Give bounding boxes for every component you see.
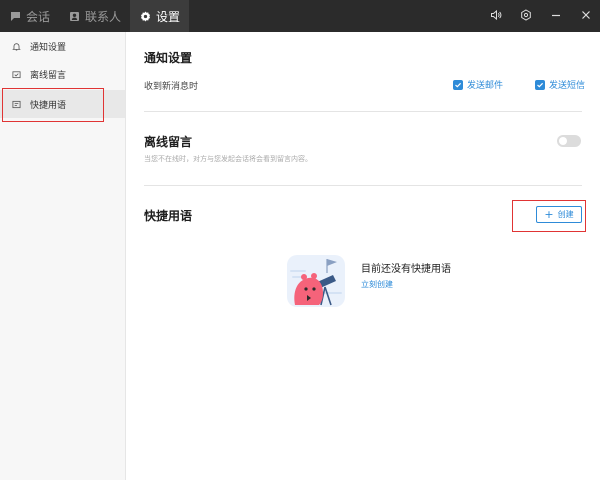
highlight-box-sidebar xyxy=(2,88,104,122)
minimize-button[interactable] xyxy=(542,0,570,32)
checkbox-checked-icon xyxy=(453,79,463,90)
speaker-icon xyxy=(490,9,502,24)
settings-icon xyxy=(520,8,532,24)
toggle-knob xyxy=(559,137,567,145)
section-divider xyxy=(144,185,582,186)
tab-contacts-label: 联系人 xyxy=(85,9,122,24)
bell-icon xyxy=(11,41,21,51)
speaker-button[interactable] xyxy=(482,0,510,32)
highlight-box-create xyxy=(512,200,586,232)
tab-conversations[interactable]: 会话 xyxy=(0,0,59,32)
sidebar-item-label: 离线留言 xyxy=(30,70,67,81)
tab-conversations-label: 会话 xyxy=(26,9,51,24)
new-message-label: 收到新消息时 xyxy=(144,82,199,92)
notification-section-title: 通知设置 xyxy=(144,51,193,65)
send-sms-checkbox[interactable]: 发送短信 xyxy=(535,78,585,91)
mail-check-icon xyxy=(11,69,21,79)
tab-settings-label: 设置 xyxy=(156,9,181,24)
section-divider xyxy=(144,111,582,112)
minimize-icon xyxy=(550,9,562,24)
sidebar-item-offline[interactable]: 离线留言 xyxy=(0,60,125,88)
chat-icon xyxy=(9,10,21,22)
settings-button[interactable] xyxy=(512,0,540,32)
tab-settings[interactable]: 设置 xyxy=(130,0,190,32)
telescope-mascot-icon xyxy=(287,255,345,307)
close-button[interactable] xyxy=(572,0,600,32)
send-email-label: 发送邮件 xyxy=(467,81,504,91)
close-icon xyxy=(580,9,592,24)
sidebar-item-notification[interactable]: 通知设置 xyxy=(0,32,125,60)
offline-section-title: 离线留言 xyxy=(144,135,193,149)
sidebar-item-label: 通知设置 xyxy=(30,42,67,53)
create-now-link[interactable]: 立刻创建 xyxy=(361,279,393,290)
tab-contacts[interactable]: 联系人 xyxy=(59,0,130,32)
contacts-icon xyxy=(68,10,80,22)
send-sms-label: 发送短信 xyxy=(549,81,586,91)
offline-message-toggle[interactable] xyxy=(557,135,581,147)
gear-icon xyxy=(139,10,151,22)
settings-main-panel: 通知设置 收到新消息时 发送邮件 发送短信 离线留言 当您不在线时，对方与您发起… xyxy=(126,32,600,480)
checkbox-checked-icon xyxy=(535,79,545,90)
quick-reply-section-title: 快捷用语 xyxy=(144,209,193,223)
empty-state-illustration xyxy=(285,253,347,311)
empty-state-title: 目前还没有快捷用语 xyxy=(361,264,451,275)
title-bar: 会话 联系人 设置 xyxy=(0,0,600,32)
offline-hint: 当您不在线时，对方与您发起会话将会看到留言内容。 xyxy=(144,155,312,163)
window-controls xyxy=(480,0,600,32)
send-email-checkbox[interactable]: 发送邮件 xyxy=(453,78,503,91)
